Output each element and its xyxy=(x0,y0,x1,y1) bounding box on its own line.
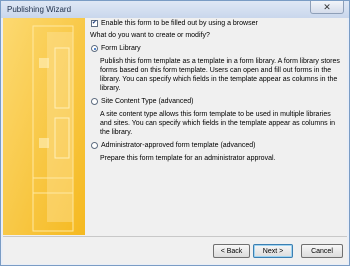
banner-pattern-graphic xyxy=(3,18,85,235)
form-library-radio[interactable] xyxy=(91,45,98,52)
site-content-type-label: Site Content Type (advanced) xyxy=(101,98,194,105)
admin-approved-label: Administrator-approved form template (ad… xyxy=(101,142,256,149)
option-site-content-type[interactable]: Site Content Type (advanced) xyxy=(91,98,193,105)
site-content-type-description: A site content type allows this form tem… xyxy=(100,111,336,136)
next-button[interactable]: Next > xyxy=(253,244,293,258)
enable-browser-label: Enable this form to be filled out by usi… xyxy=(101,20,258,27)
site-content-type-radio[interactable] xyxy=(91,98,98,105)
wizard-body: ✔ Enable this form to be filled out by u… xyxy=(3,18,347,264)
window-title: Publishing Wizard xyxy=(7,5,72,14)
admin-approved-description: Prepare this form template for an admini… xyxy=(100,155,276,162)
title-bar: Publishing Wizard ✕ xyxy=(1,1,349,18)
wizard-content: ✔ Enable this form to be filled out by u… xyxy=(89,18,345,235)
footer-divider xyxy=(3,236,347,237)
question-text: What do you want to create or modify? xyxy=(90,32,210,39)
close-icon: ✕ xyxy=(323,1,331,12)
form-library-description: Publish this form template as a template… xyxy=(100,58,340,92)
enable-browser-checkbox[interactable]: ✔ xyxy=(91,20,98,27)
cancel-button[interactable]: Cancel xyxy=(301,244,343,258)
close-button[interactable]: ✕ xyxy=(310,1,344,14)
option-form-library[interactable]: Form Library xyxy=(91,45,141,52)
form-library-label: Form Library xyxy=(101,45,141,52)
option-admin-approved[interactable]: Administrator-approved form template (ad… xyxy=(91,142,255,149)
admin-approved-radio[interactable] xyxy=(91,142,98,149)
enable-browser-row[interactable]: ✔ Enable this form to be filled out by u… xyxy=(91,20,258,27)
wizard-banner-graphic xyxy=(3,18,85,235)
back-button[interactable]: < Back xyxy=(213,244,250,258)
publishing-wizard-window: Publishing Wizard ✕ ✔ Enable this form t… xyxy=(0,0,350,266)
